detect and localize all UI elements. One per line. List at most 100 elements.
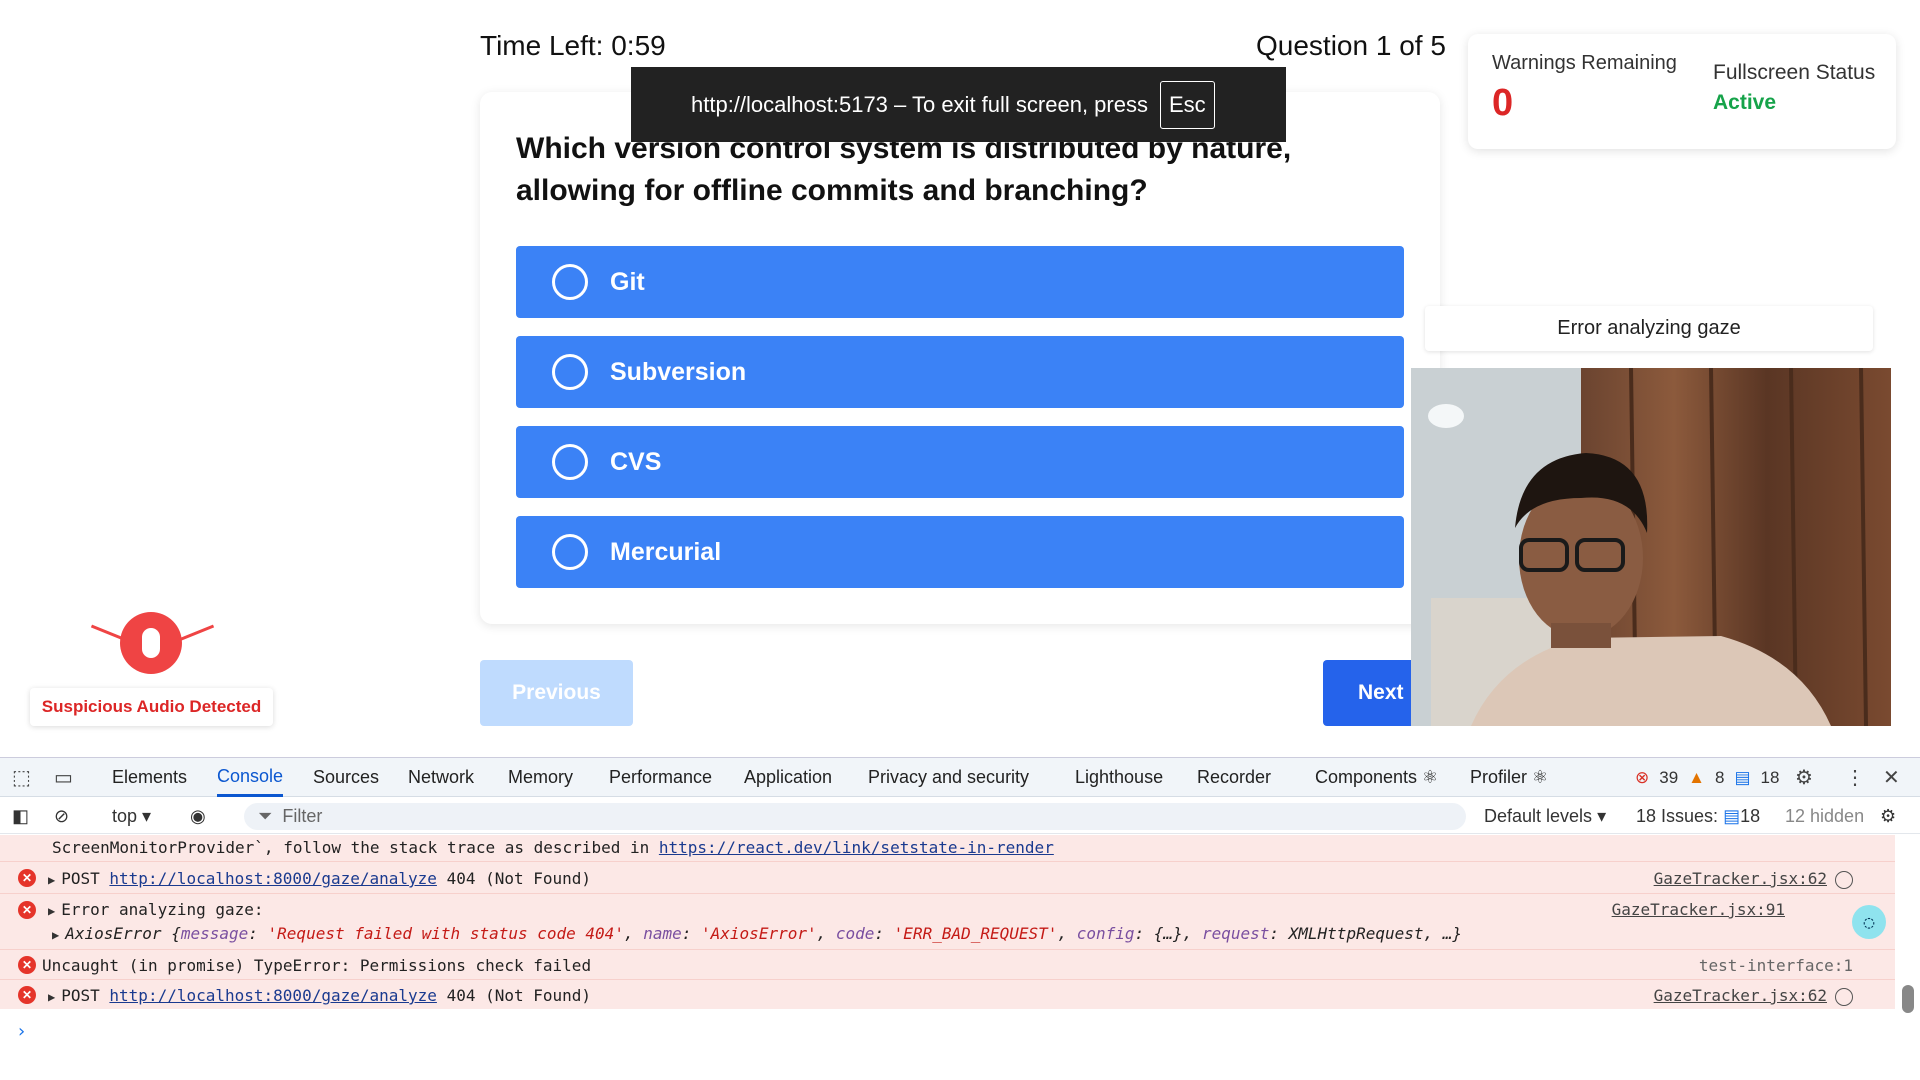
option-mercurial[interactable]: Mercurial [516, 516, 1404, 588]
tab-profiler[interactable]: Profiler ⚛ [1470, 758, 1548, 797]
tab-lighthouse[interactable]: Lighthouse [1075, 758, 1163, 797]
log-text: Uncaught (in promise) TypeError: Permiss… [42, 956, 592, 975]
log-row-post-2[interactable]: ✕ ▶ POST http://localhost:8000/gaze/analy… [0, 979, 1895, 1009]
warning-count: 8 [1715, 767, 1725, 787]
devtools-tab-bar: ⬚ ▭ Elements Console Sources Network Mem… [0, 758, 1920, 797]
tab-components[interactable]: Components ⚛ [1315, 758, 1438, 797]
ai-assist-icon[interactable]: ◌ [1852, 905, 1886, 939]
axios-name-value: 'AxiosError' [701, 924, 817, 943]
expand-icon[interactable]: ▶ [48, 904, 55, 918]
axios-config: {…} [1153, 924, 1183, 943]
settings-icon[interactable]: ⚙ [1795, 758, 1813, 797]
suspicious-audio-alert: Suspicious Audio Detected [30, 688, 273, 726]
radio-icon[interactable] [552, 264, 588, 300]
error-icon: ✕ [18, 956, 36, 974]
option-git[interactable]: Git [516, 246, 1404, 318]
log-link[interactable]: https://react.dev/link/setstate-in-rende… [659, 838, 1054, 857]
log-source-link[interactable]: GazeTracker.jsx:62 [1654, 869, 1827, 888]
log-url[interactable]: http://localhost:8000/gaze/analyze [109, 869, 437, 888]
tab-console[interactable]: Console [217, 758, 284, 797]
issues-button[interactable]: 18 Issues: ▤ 18 [1636, 798, 1760, 834]
log-source-link[interactable]: GazeTracker.jsx:62 [1654, 986, 1827, 1005]
context-label: top [112, 805, 138, 826]
status-card: Warnings Remaining 0 Fullscreen Status A… [1468, 34, 1896, 149]
previous-button[interactable]: Previous [480, 660, 633, 726]
question-card: Which version control system is distribu… [480, 92, 1440, 624]
tab-performance[interactable]: Performance [609, 758, 712, 797]
tab-recorder[interactable]: Recorder [1197, 758, 1271, 797]
console-log: ScreenMonitorProvider`, follow the stack… [0, 835, 1920, 1080]
quiz-page: Time Left: 0:59 Question 1 of 5 Which ve… [0, 0, 1920, 757]
option-cvs[interactable]: CVS [516, 426, 1404, 498]
tab-sources[interactable]: Sources [313, 758, 379, 797]
error-icon: ✕ [18, 901, 36, 919]
gear-icon[interactable]: ⚙ [1880, 798, 1896, 834]
log-source[interactable]: test-interface:1 [1699, 956, 1853, 975]
filter-placeholder: Filter [282, 806, 323, 826]
network-icon[interactable] [1835, 871, 1853, 889]
log-source-link[interactable]: GazeTracker.jsx:91 [1612, 900, 1785, 919]
issues-count: 18 [1740, 805, 1761, 826]
axios-code: 'ERR_BAD_REQUEST' [893, 924, 1058, 943]
network-icon[interactable] [1835, 988, 1853, 1006]
error-count-icon: ⊗ [1635, 767, 1650, 787]
radio-icon[interactable] [552, 534, 588, 570]
log-row-gaze-error[interactable]: ✕ ▶ Error analyzing gaze: GazeTracker.jsx… [0, 893, 1895, 949]
context-select[interactable]: top ▾ [112, 798, 151, 834]
console-toolbar: ◧ ⊘ top ▾ ◉ ⏷ Filter Default levels ▾ 18… [0, 798, 1920, 834]
axios-name: AxiosError [65, 924, 162, 943]
tab-privacy-security[interactable]: Privacy and security [868, 758, 1029, 797]
expand-icon[interactable]: ▶ [48, 873, 55, 887]
scroll-thumb[interactable] [1902, 985, 1914, 1013]
audio-monitor: Suspicious Audio Detected [30, 612, 273, 726]
console-scrollbar[interactable] [1897, 835, 1920, 1080]
tab-elements[interactable]: Elements [112, 758, 187, 797]
esc-key-hint: Esc [1159, 80, 1215, 129]
axios-message: 'Request failed with status code 404' [267, 924, 624, 943]
fullscreen-toast-message: http://localhost:5173 – To exit full scr… [691, 91, 1148, 117]
option-label: Mercurial [610, 537, 722, 566]
warnings-label: Warnings Remaining [1492, 52, 1677, 74]
webcam-image [1411, 368, 1891, 726]
message-count-icon: ▤ [1734, 767, 1751, 787]
tab-memory[interactable]: Memory [508, 758, 573, 797]
option-label: Git [610, 267, 645, 296]
warnings-value: 0 [1492, 82, 1514, 124]
question-counter: Question 1 of 5 [1256, 30, 1446, 61]
levels-label: Default levels [1484, 805, 1593, 826]
eye-icon[interactable]: ◉ [190, 798, 206, 834]
log-text: ScreenMonitorProvider`, follow the stack… [52, 838, 659, 857]
error-icon: ✕ [18, 869, 36, 887]
hidden-count: 12 hidden [1785, 805, 1865, 826]
error-icon: ✕ [18, 986, 36, 1004]
levels-select[interactable]: Default levels ▾ [1484, 798, 1606, 834]
log-row-type-error: ✕ Uncaught (in promise) TypeError: Permi… [0, 949, 1895, 979]
close-icon[interactable]: ✕ [1883, 758, 1900, 797]
log-url[interactable]: http://localhost:8000/gaze/analyze [109, 986, 437, 1005]
clear-icon[interactable]: ⊘ [54, 798, 69, 834]
expand-icon[interactable]: ▶ [48, 990, 55, 1004]
radio-icon[interactable] [552, 354, 588, 390]
tab-application[interactable]: Application [744, 758, 832, 797]
radio-icon[interactable] [552, 444, 588, 480]
log-row-post-1[interactable]: ✕ ▶ POST http://localhost:8000/gaze/analy… [0, 861, 1895, 893]
expand-icon[interactable]: ▶ [52, 928, 59, 942]
console-counts[interactable]: ⊗ 39 ▲ 8 ▤ 18 [1635, 758, 1779, 797]
option-label: CVS [610, 447, 662, 476]
sidebar-icon[interactable]: ◧ [12, 798, 29, 834]
device-toggle-icon[interactable]: ▭ [54, 758, 73, 797]
tab-network[interactable]: Network [408, 758, 474, 797]
more-icon[interactable]: ⋮ [1845, 758, 1865, 797]
log-row-truncated: ScreenMonitorProvider`, follow the stack… [0, 835, 1895, 861]
log-method: POST [61, 869, 100, 888]
error-count: 39 [1659, 767, 1679, 787]
inspect-icon[interactable]: ⬚ [12, 758, 31, 797]
console-prompt[interactable]: › [16, 1021, 27, 1042]
fullscreen-status-label: Fullscreen Status [1713, 61, 1876, 84]
option-subversion[interactable]: Subversion [516, 336, 1404, 408]
filter-input[interactable]: ⏷ Filter [244, 803, 1466, 830]
devtools-panel: ⬚ ▭ Elements Console Sources Network Mem… [0, 757, 1920, 1080]
fullscreen-toast: http://localhost:5173 – To exit full scr… [631, 67, 1286, 142]
log-status: 404 (Not Found) [446, 869, 592, 888]
log-status: 404 (Not Found) [446, 986, 592, 1005]
